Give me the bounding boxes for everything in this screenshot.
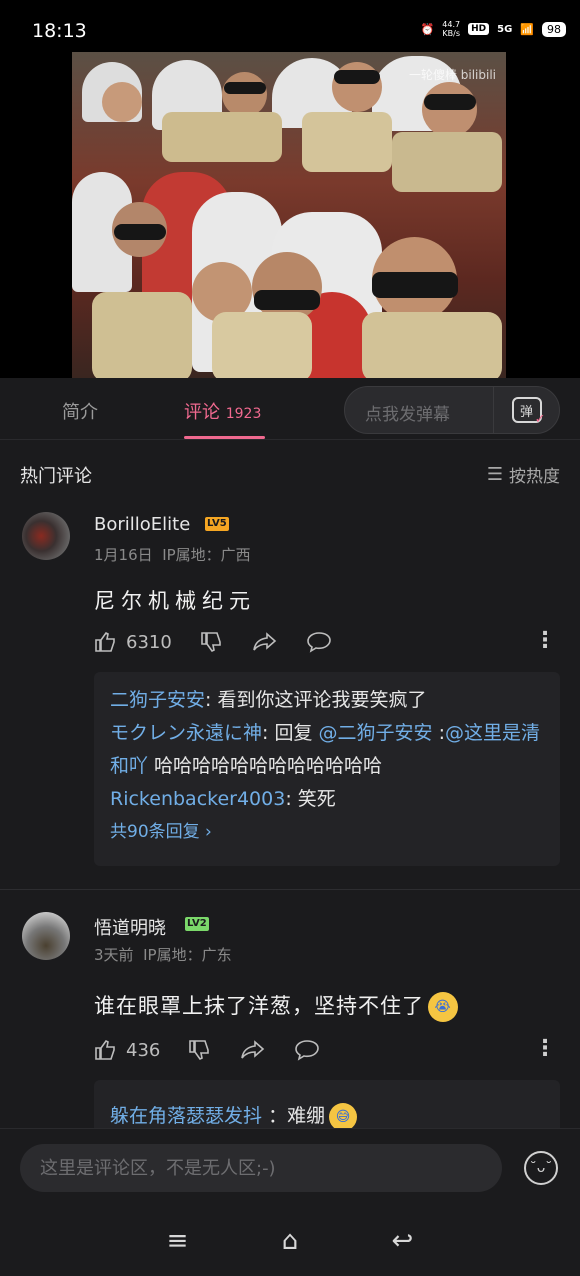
reply-username[interactable]: 躲在角落瑟瑟发抖 [110,1105,262,1127]
avatar[interactable] [22,512,70,560]
more-replies-link[interactable]: 共90条回复 › [110,816,544,849]
tab-active-indicator [184,436,265,439]
video-frame[interactable]: 一轮傻棒 bilibili [72,52,506,378]
thumbs-up-icon [95,1039,115,1060]
more-options-button[interactable]: ⋮ [534,628,556,653]
reply-button[interactable] [306,630,332,654]
sort-button[interactable]: ☰ 按热度 [487,462,560,487]
reply-preview-box[interactable]: 二狗子安安: 看到你这评论我要笑疯了 モクレン永遠に神: 回复 @二狗子安安 :… [94,672,560,866]
reply-preview-box[interactable]: 躲在角落瑟瑟发抖 ：难绷 😅 [94,1080,560,1128]
like-button[interactable]: 436 [94,1038,160,1062]
video-player[interactable]: 一轮傻棒 bilibili [0,52,580,378]
comment-text: 尼尔机械纪元 [94,589,256,613]
danmaku-placeholder: 点我发弹幕 [365,405,450,425]
crying-emoji-icon: 😭 [428,992,458,1022]
tab-comments-label: 评论 [184,402,220,423]
thumbs-up-icon [95,631,115,652]
menu-icon[interactable]: ≡ [167,1226,189,1256]
thumbs-down-icon [189,1040,210,1061]
reply-item: 躲在角落瑟瑟发抖 ：难绷 😅 [110,1100,544,1128]
dislike-button[interactable] [200,630,224,654]
reply-username[interactable]: 二狗子安安 [110,689,205,711]
tab-intro[interactable]: 简介 [62,398,98,424]
share-icon [241,1040,265,1059]
status-time: 18:13 [32,20,87,42]
comment-actions: 436 [94,1038,348,1062]
level-badge: LV2 [185,917,209,931]
video-watermark: 一轮傻棒 bilibili [408,68,496,82]
comment-meta: 1月16日 IP属地：广西 [94,546,251,564]
system-nav-bar: ≡ ⌂ ↩ [0,1206,580,1276]
reply-item: Rickenbacker4003: 笑死 [110,788,336,810]
sort-label: 按热度 [509,467,560,487]
network-speed: 44.7 KB/s [442,20,461,38]
comment-actions: 6310 [94,630,360,654]
more-options-button[interactable]: ⋮ [534,1036,556,1061]
alarm-icon: ⏰ [420,22,435,36]
reply-item: モクレン永遠に神: 回复 @二狗子安安 :@这里是清和吖 哈哈哈哈哈哈哈哈哈哈哈… [110,722,540,777]
status-bar: 18:13 ⏰ 44.7 KB/s HD 5G 📶 98 [0,0,580,52]
danmaku-input[interactable]: 点我发弹幕 弹 ✓ [344,386,560,434]
hd-badge: HD [468,23,490,35]
comment-username[interactable]: 悟道明晓 [94,914,166,940]
home-icon[interactable]: ⌂ [282,1226,299,1256]
emoji-button[interactable]: ˘ᴗ˘ [524,1151,558,1185]
laughing-emoji-icon: 😅 [329,1102,358,1128]
reply-item: 二狗子安安: 看到你这评论我要笑疯了 [110,689,427,711]
tab-comments-count: 1923 [225,406,262,422]
comment-text: 谁在眼罩上抹了洋葱，坚持不住了 😭 [94,990,458,1022]
avatar[interactable] [22,912,70,960]
comment-meta: 3天前 IP属地：广东 [94,946,232,964]
share-button[interactable] [240,1038,266,1062]
divider [0,889,580,890]
level-badge: LV5 [205,517,229,531]
section-title: 热门评论 [20,466,92,487]
emoji-face-icon: ˘ᴗ˘ [529,1160,553,1176]
back-icon[interactable]: ↩ [392,1226,414,1256]
comment-bubble-icon [295,1040,320,1061]
reply-username[interactable]: Rickenbacker4003 [110,788,285,810]
like-count: 436 [126,1039,161,1061]
comment-input-bar: ˘ᴗ˘ [0,1128,580,1206]
comment-bubble-icon [307,632,331,653]
share-button[interactable] [252,630,278,654]
network-5g-icon: 5G [497,23,513,35]
wifi-icon: 📶 [520,22,534,36]
battery-indicator: 98 [542,21,566,37]
like-count: 6310 [126,631,172,653]
like-button[interactable]: 6310 [94,630,172,654]
danmaku-toggle-button[interactable]: 弹 ✓ [493,387,559,433]
reply-username[interactable]: モクレン永遠に神 [110,722,262,744]
dislike-button[interactable] [188,1038,212,1062]
thumbs-down-icon [201,632,221,653]
reply-mention[interactable]: @二狗子安安 [319,722,433,744]
comment-input[interactable] [20,1144,502,1192]
comment-input-field[interactable] [20,1144,502,1192]
danmaku-icon: 弹 ✓ [511,397,546,427]
tab-comments[interactable]: 评论 1923 [184,398,261,424]
status-icons: ⏰ 44.7 KB/s HD 5G 📶 98 [421,20,566,38]
sort-icon: ☰ [486,464,503,485]
reply-button[interactable] [294,1038,320,1062]
share-icon [253,632,277,651]
comment-username[interactable]: BorilloElite [94,514,190,535]
